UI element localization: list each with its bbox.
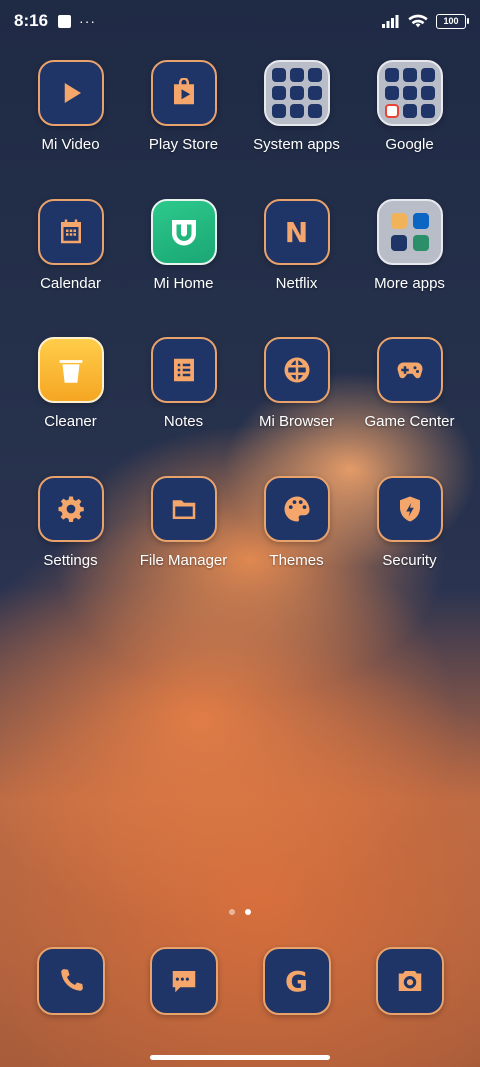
app-label: Game Center [364,413,455,430]
app-label: System apps [253,136,340,153]
app-label: Google [385,136,434,153]
globe-icon [263,337,330,403]
app-row-1: Mi Video Play Store System apps Google [14,60,466,153]
folder-more-apps[interactable]: More apps [353,199,466,292]
app-security[interactable]: Security [353,476,466,569]
play-icon [37,60,104,126]
phone-icon [36,947,105,1015]
app-label: Mi Video [41,136,100,153]
home-indicator[interactable] [150,1055,330,1060]
folder-icon [150,476,217,542]
folder-icon [376,60,443,126]
mi-home-icon [150,199,217,265]
app-mi-video[interactable]: Mi Video [14,60,127,153]
gear-icon [37,476,104,542]
status-bar: 8:16 ··· 100 [0,0,480,42]
notes-icon [150,337,217,403]
app-label: Themes [269,552,324,569]
dock: G [14,947,466,1015]
dock-google[interactable]: G [240,947,353,1015]
gamepad-icon [376,337,443,403]
dock-messages[interactable] [127,947,240,1015]
page-dot[interactable] [229,909,235,915]
app-themes[interactable]: Themes [240,476,353,569]
dock-phone[interactable] [14,947,127,1015]
app-notes[interactable]: Notes [127,337,240,430]
palette-icon [263,476,330,542]
clock: 8:16 [14,11,49,30]
app-label: Mi Browser [258,413,334,430]
google-icon: G [262,947,331,1015]
page-indicator [0,909,480,915]
app-label: Notes [163,413,204,430]
play-store-icon [150,60,217,126]
netflix-icon: N [263,199,330,265]
app-mi-browser[interactable]: Mi Browser [240,337,353,430]
app-label: Netflix [275,275,318,292]
notification-icon [58,14,72,28]
app-row-2: Calendar Mi Home N Netflix More apps [14,199,466,292]
app-label: Security [382,552,437,569]
message-icon [149,947,218,1015]
app-game-center[interactable]: Game Center [353,337,466,430]
camera-icon [375,947,444,1015]
app-cleaner[interactable]: Cleaner [14,337,127,430]
page-dot-active[interactable] [245,909,251,915]
app-label: More apps [374,275,445,292]
app-label: Settings [43,552,98,569]
app-calendar[interactable]: Calendar [14,199,127,292]
folder-system-apps[interactable]: System apps [240,60,353,153]
wifi-icon [408,14,428,27]
trash-icon [37,337,104,403]
more-notifications-icon: ··· [79,13,97,29]
app-settings[interactable]: Settings [14,476,127,569]
app-mi-home[interactable]: Mi Home [127,199,240,292]
app-label: Calendar [40,275,101,292]
folder-google[interactable]: Google [353,60,466,153]
app-label: Mi Home [153,275,214,292]
app-netflix[interactable]: N Netflix [240,199,353,292]
app-label: File Manager [139,552,228,569]
shield-icon [376,476,443,542]
app-label: Cleaner [44,413,97,430]
app-file-manager[interactable]: File Manager [127,476,240,569]
app-play-store[interactable]: Play Store [127,60,240,153]
folder-icon [376,199,443,265]
calendar-icon [37,199,104,265]
app-label: Play Store [148,136,219,153]
app-row-3: Cleaner Notes Mi Browser Game Center [14,337,466,430]
dock-camera[interactable] [353,947,466,1015]
signal-icon [382,15,399,28]
app-row-4: Settings File Manager Themes Security [14,476,466,569]
folder-icon [263,60,330,126]
battery-icon: 100 [436,13,469,29]
